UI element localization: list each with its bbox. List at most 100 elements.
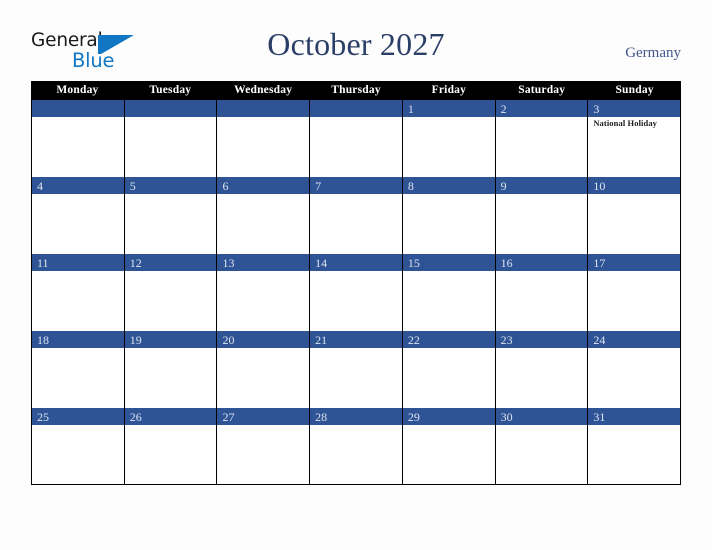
- day-number-bar: 11: [32, 254, 124, 271]
- day-cell-20[interactable]: 20: [217, 331, 311, 408]
- day-number-bar: [32, 100, 124, 117]
- day-cell-5[interactable]: 5: [124, 177, 218, 254]
- calendar-page: General Blue October 2027 Germany Monday…: [0, 0, 712, 550]
- day-cell-31[interactable]: 31: [588, 408, 682, 484]
- day-cell-4[interactable]: 4: [32, 177, 125, 254]
- day-number: 3: [593, 102, 600, 116]
- weekday-header-row: Monday Tuesday Wednesday Thursday Friday Satu…: [31, 81, 681, 100]
- day-cell-2[interactable]: 2: [495, 100, 589, 177]
- day-cell-14[interactable]: 14: [310, 254, 403, 331]
- day-cell-29[interactable]: 29: [402, 408, 496, 484]
- day-cell-10[interactable]: 10: [588, 177, 682, 254]
- day-number: 30: [500, 410, 513, 424]
- day-events: [217, 194, 309, 195]
- day-number: 29: [407, 410, 420, 424]
- day-cell-24[interactable]: 24: [588, 331, 682, 408]
- week-row: 11 12 13 14 15 16 17: [32, 254, 682, 331]
- day-number: 28: [315, 410, 328, 424]
- day-number-bar: 13: [217, 254, 310, 271]
- day-cell-3[interactable]: 3 National Holiday: [588, 100, 682, 177]
- day-cell-16[interactable]: 16: [495, 254, 589, 331]
- day-number: 14: [315, 256, 328, 270]
- day-cell-11[interactable]: 11: [32, 254, 125, 331]
- day-events: [217, 117, 309, 118]
- day-cell-25[interactable]: 25: [32, 408, 125, 484]
- day-number: 20: [222, 333, 235, 347]
- day-number-bar: 20: [217, 331, 310, 348]
- day-number-bar: 14: [310, 254, 402, 271]
- day-number-bar: 10: [588, 177, 681, 194]
- day-number: 27: [222, 410, 235, 424]
- weekday-header-wednesday: Wednesday: [234, 84, 293, 96]
- day-number-bar: [124, 100, 217, 117]
- day-number: 25: [37, 410, 49, 424]
- day-number-bar: 4: [32, 177, 124, 194]
- day-cell-19[interactable]: 19: [124, 331, 218, 408]
- day-number: 24: [593, 333, 606, 347]
- day-number: 19: [129, 333, 142, 347]
- day-number: 26: [129, 410, 142, 424]
- day-number: 11: [37, 256, 49, 270]
- day-number: 31: [593, 410, 606, 424]
- day-cell-28[interactable]: 28: [310, 408, 403, 484]
- day-number-bar: 31: [588, 408, 681, 425]
- day-number-bar: 8: [402, 177, 495, 194]
- day-number-bar: 15: [402, 254, 495, 271]
- day-events: [496, 194, 588, 195]
- day-cell-17[interactable]: 17: [588, 254, 682, 331]
- day-cell-23[interactable]: 23: [495, 331, 589, 408]
- day-number: 5: [129, 179, 136, 193]
- day-number-bar: 27: [217, 408, 310, 425]
- day-number-bar: 19: [124, 331, 217, 348]
- day-events: [496, 117, 588, 118]
- day-number: 4: [37, 179, 43, 193]
- day-cell-15[interactable]: 15: [402, 254, 496, 331]
- day-events: [125, 194, 217, 195]
- day-number-bar: 9: [495, 177, 588, 194]
- day-cell-empty: [32, 100, 125, 177]
- day-cell-8[interactable]: 8: [402, 177, 496, 254]
- day-cell-21[interactable]: 21: [310, 331, 403, 408]
- day-number: 6: [222, 179, 229, 193]
- day-cell-7[interactable]: 7: [310, 177, 403, 254]
- day-cell-9[interactable]: 9: [495, 177, 589, 254]
- day-number-bar: 30: [495, 408, 588, 425]
- weekday-header-friday: Friday: [431, 84, 467, 96]
- day-events: [32, 194, 124, 195]
- day-cell-30[interactable]: 30: [495, 408, 589, 484]
- day-cell-22[interactable]: 22: [402, 331, 496, 408]
- day-number: 12: [129, 256, 142, 270]
- day-cell-12[interactable]: 12: [124, 254, 218, 331]
- day-number: 23: [500, 333, 513, 347]
- day-number-bar: 5: [124, 177, 217, 194]
- day-number: 13: [222, 256, 235, 270]
- weekday-header-monday: Monday: [56, 84, 99, 96]
- day-events: [403, 117, 495, 118]
- day-number: 9: [500, 179, 507, 193]
- day-cell-1[interactable]: 1: [402, 100, 496, 177]
- day-cell-18[interactable]: 18: [32, 331, 125, 408]
- day-number: 2: [500, 102, 507, 116]
- day-number: 17: [593, 256, 606, 270]
- day-cell-empty: [310, 100, 403, 177]
- day-number-bar: 1: [402, 100, 495, 117]
- day-number: 1: [407, 102, 414, 116]
- day-number-bar: 16: [495, 254, 588, 271]
- day-number-bar: 18: [32, 331, 124, 348]
- day-number-bar: [310, 100, 402, 117]
- day-number-bar: 7: [310, 177, 402, 194]
- day-number: 22: [407, 333, 420, 347]
- day-cell-26[interactable]: 26: [124, 408, 218, 484]
- page-header: General Blue October 2027 Germany: [0, 0, 712, 81]
- day-cell-6[interactable]: 6: [217, 177, 311, 254]
- day-cell-27[interactable]: 27: [217, 408, 311, 484]
- week-row: 1 2 3 National Holiday: [32, 100, 682, 177]
- day-cell-13[interactable]: 13: [217, 254, 311, 331]
- weekday-header-tuesday: Tuesday: [149, 84, 192, 96]
- day-events: [310, 194, 402, 195]
- day-number: 10: [593, 179, 606, 193]
- day-number: 7: [315, 179, 322, 193]
- day-cell-empty: [124, 100, 218, 177]
- day-number-bar: 24: [588, 331, 681, 348]
- day-number-bar: 25: [32, 408, 124, 425]
